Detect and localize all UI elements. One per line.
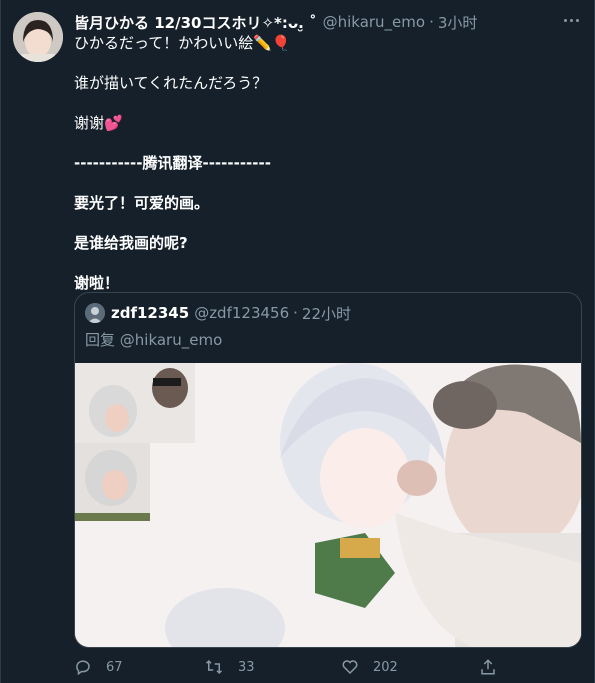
quote-timestamp[interactable]: 22小时	[302, 303, 351, 324]
quote-image[interactable]	[75, 363, 581, 647]
tweet-text: ひかるだって！かわいい絵✏️🎈 谁が描いてくれたんだろう？ 谢谢💕 ------…	[74, 33, 582, 293]
avatar[interactable]	[13, 12, 63, 62]
separator-dot: ·	[429, 13, 434, 31]
quote-header: zdf12345 @zdf123456 · 22小时	[85, 303, 351, 323]
retweet-icon[interactable]	[204, 658, 224, 676]
tweet-line	[74, 213, 582, 233]
reply-to-label[interactable]: 回复 @hikaru_emo	[85, 329, 222, 350]
tweet-card[interactable]: 皆月ひかる 12/30コスホリ✧*:ᴗ.̮ ˚ @hikaru_emo · 3小…	[0, 0, 595, 683]
tweet-line: 谁が描いてくれたんだろう？	[74, 74, 268, 92]
timestamp[interactable]: 3小时	[438, 12, 478, 33]
action-bar: 67 33 202	[74, 656, 514, 678]
more-options-icon[interactable]	[562, 10, 582, 30]
tweet-line: ひかるだって！かわいい絵✏️🎈	[74, 34, 291, 52]
tweet-header: 皆月ひかる 12/30コスホリ✧*:ᴗ.̮ ˚ @hikaru_emo · 3小…	[74, 11, 582, 33]
translated-line: 谢啦！	[74, 274, 120, 292]
reply-icon[interactable]	[74, 658, 92, 676]
tweet-line: 谢谢💕	[74, 114, 123, 132]
retweet-count: 33	[238, 659, 255, 675]
translated-line: 要光了！可爱的画。	[74, 194, 210, 212]
retweet-action[interactable]: 33	[204, 656, 255, 678]
tweet-line	[74, 133, 582, 153]
separator-dot: ·	[293, 304, 298, 322]
like-count: 202	[373, 659, 398, 675]
user-handle[interactable]: @hikaru_emo	[323, 13, 425, 31]
like-heart-icon[interactable]	[341, 658, 359, 676]
like-action[interactable]: 202	[341, 656, 398, 678]
quote-display-name[interactable]: zdf12345	[111, 304, 189, 322]
quote-avatar-icon[interactable]	[85, 303, 105, 323]
reply-count: 67	[106, 659, 123, 675]
tweet-line	[74, 173, 582, 193]
quote-handle[interactable]: @zdf123456	[194, 304, 289, 322]
translated-line: 是谁给我画的呢?	[74, 234, 188, 252]
quoted-tweet[interactable]: zdf12345 @zdf123456 · 22小时 回复 @hikaru_em…	[74, 292, 582, 648]
tweet-line	[74, 53, 582, 73]
tweet-line	[74, 253, 582, 273]
tweet-line	[74, 93, 582, 113]
display-name[interactable]: 皆月ひかる 12/30コスホリ✧*:ᴗ.̮ ˚	[74, 12, 317, 33]
share-action[interactable]	[479, 656, 511, 678]
share-icon[interactable]	[479, 658, 497, 676]
reply-action[interactable]: 67	[74, 656, 123, 678]
translation-divider: -----------腾讯翻译-----------	[74, 154, 271, 172]
